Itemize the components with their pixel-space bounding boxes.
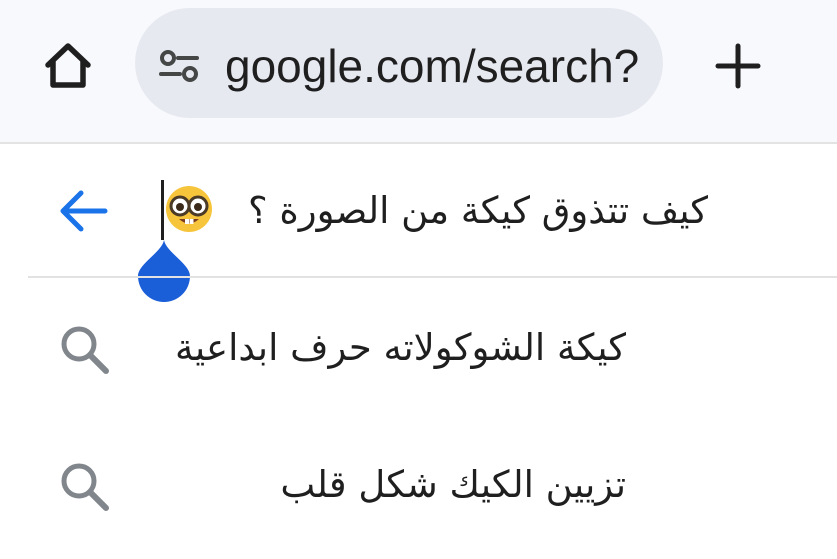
browser-toolbar: google.com/search?	[0, 0, 837, 142]
suggestion-item[interactable]: تزيين الكيك شكل قلب	[0, 422, 837, 548]
back-button[interactable]	[52, 184, 114, 238]
new-tab-button[interactable]	[708, 38, 768, 94]
suggestion-divider	[28, 276, 837, 278]
home-button[interactable]	[38, 38, 98, 94]
tune-icon[interactable]	[157, 44, 201, 88]
nerd-face-emoji	[166, 186, 212, 232]
address-bar[interactable]: google.com/search?	[135, 8, 663, 118]
suggestion-item[interactable]: كيكة الشوكولاته حرف ابداعية	[0, 285, 837, 411]
home-icon	[45, 43, 91, 88]
text-caret	[161, 180, 164, 240]
plus-icon	[715, 43, 761, 89]
suggestion-text: تزيين الكيك شكل قلب	[280, 463, 626, 506]
suggestion-text: كيكة الشوكولاته حرف ابداعية	[175, 326, 626, 369]
search-query-row: كيف تتذوق كيكة من الصورة ؟	[0, 150, 837, 276]
url-text[interactable]: google.com/search?	[225, 36, 645, 96]
toolbar-divider	[0, 142, 837, 144]
search-icon	[61, 326, 109, 374]
arrow-back-icon	[60, 190, 108, 232]
search-input[interactable]: كيف تتذوق كيكة من الصورة ؟	[160, 176, 708, 246]
search-icon	[61, 463, 109, 511]
